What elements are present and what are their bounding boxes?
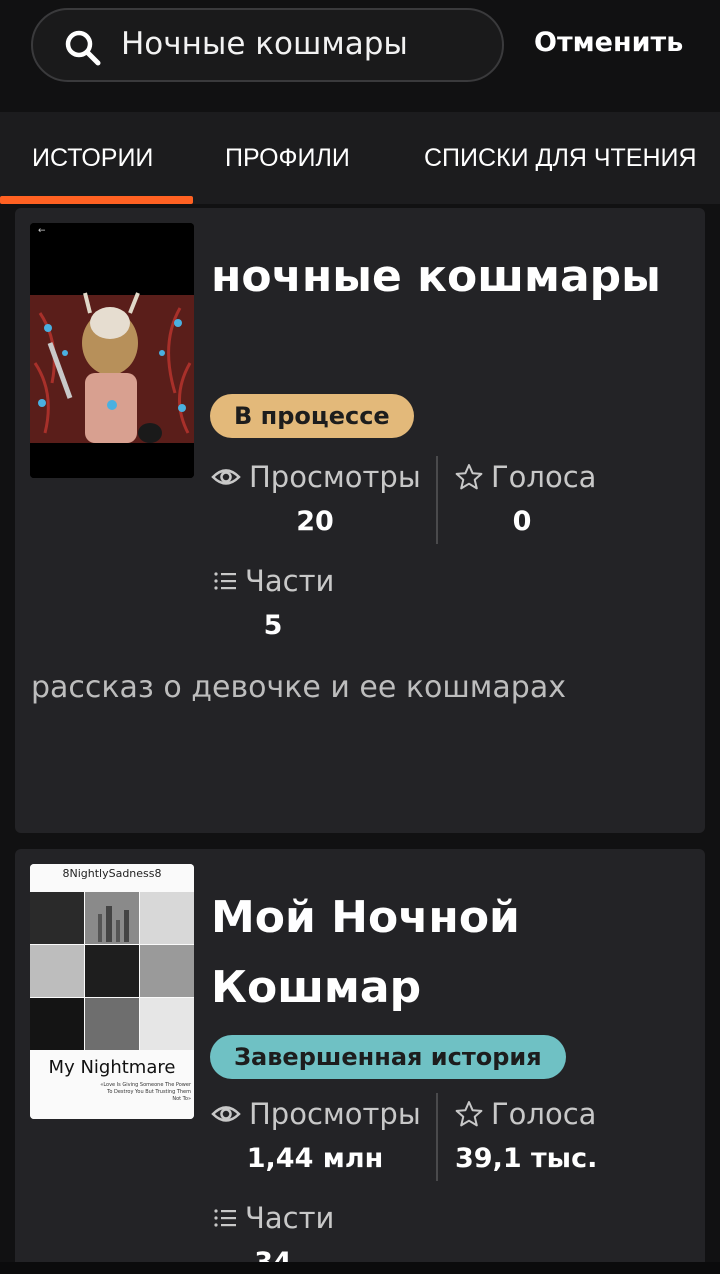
cover-author: 8NightlySadness8 bbox=[62, 867, 162, 880]
story-card[interactable]: 8NightlySadness8 My Nightmare «Love Is G… bbox=[15, 849, 705, 1264]
story-cover[interactable]: 8NightlySadness8 My Nightmare «Love Is G… bbox=[30, 864, 194, 1119]
search-input[interactable]: Ночные кошмары bbox=[31, 8, 504, 82]
views-label: Просмотры bbox=[249, 460, 421, 494]
stat-divider bbox=[436, 456, 438, 544]
story-description: рассказ о девочке и ее кошмарах bbox=[31, 670, 566, 705]
eye-icon bbox=[211, 469, 241, 485]
svg-text:←: ← bbox=[38, 226, 46, 236]
stat-divider bbox=[436, 1093, 438, 1181]
star-icon bbox=[455, 464, 483, 490]
parts-label: Части bbox=[245, 564, 335, 598]
votes-label: Голоса bbox=[491, 460, 597, 494]
tab-profiles[interactable]: ПРОФИЛИ bbox=[225, 144, 350, 173]
story-cover[interactable]: ← bbox=[30, 223, 194, 478]
search-icon bbox=[65, 30, 101, 66]
parts-stat-label: Части bbox=[213, 564, 334, 598]
story-title[interactable]: ночные кошмары bbox=[211, 242, 661, 312]
votes-stat-label: Голоса bbox=[455, 1097, 596, 1131]
votes-label: Голоса bbox=[491, 1097, 597, 1131]
active-tab-indicator bbox=[0, 196, 193, 204]
cover-art bbox=[30, 864, 194, 1119]
status-badge: В процессе bbox=[210, 394, 414, 438]
views-count: 1,44 млн bbox=[246, 1143, 384, 1174]
tab-bar: ИСТОРИИ ПРОФИЛИ СПИСКИ ДЛЯ ЧТЕНИЯ bbox=[0, 112, 720, 204]
story-title[interactable]: Мой Ночной Кошмар bbox=[211, 883, 681, 1023]
views-stat-label: Просмотры bbox=[211, 460, 421, 494]
story-card[interactable]: ← ночные кошмары В процессе Просмотры 20… bbox=[15, 208, 705, 833]
search-header: Ночные кошмары Отменить bbox=[0, 0, 720, 112]
tab-reading-lists[interactable]: СПИСКИ ДЛЯ ЧТЕНИЯ bbox=[424, 144, 697, 173]
status-badge: Завершенная история bbox=[210, 1035, 566, 1079]
views-stat-label: Просмотры bbox=[211, 1097, 421, 1131]
list-icon bbox=[214, 572, 236, 590]
views-count: 20 bbox=[296, 506, 334, 537]
star-icon bbox=[455, 1101, 483, 1127]
results-list: ← ночные кошмары В процессе Просмотры 20… bbox=[0, 204, 720, 1264]
list-icon bbox=[214, 1209, 236, 1227]
votes-count: 0 bbox=[512, 506, 532, 537]
cover-title: My Nightmare bbox=[48, 1057, 176, 1078]
votes-stat-label: Голоса bbox=[455, 460, 596, 494]
tab-stories[interactable]: ИСТОРИИ bbox=[32, 144, 153, 173]
eye-icon bbox=[211, 1106, 241, 1122]
search-query[interactable]: Ночные кошмары bbox=[121, 26, 408, 62]
bottom-bar bbox=[0, 1262, 720, 1274]
parts-stat-label: Части bbox=[213, 1201, 334, 1235]
views-label: Просмотры bbox=[249, 1097, 421, 1131]
parts-count: 5 bbox=[263, 610, 283, 641]
cancel-button[interactable]: Отменить bbox=[534, 27, 683, 58]
cover-art: ← bbox=[30, 223, 194, 478]
cover-tagline: «Love Is Giving Someone The Power To Des… bbox=[100, 1082, 191, 1102]
parts-label: Части bbox=[245, 1201, 335, 1235]
votes-count: 39,1 тыс. bbox=[455, 1143, 598, 1174]
